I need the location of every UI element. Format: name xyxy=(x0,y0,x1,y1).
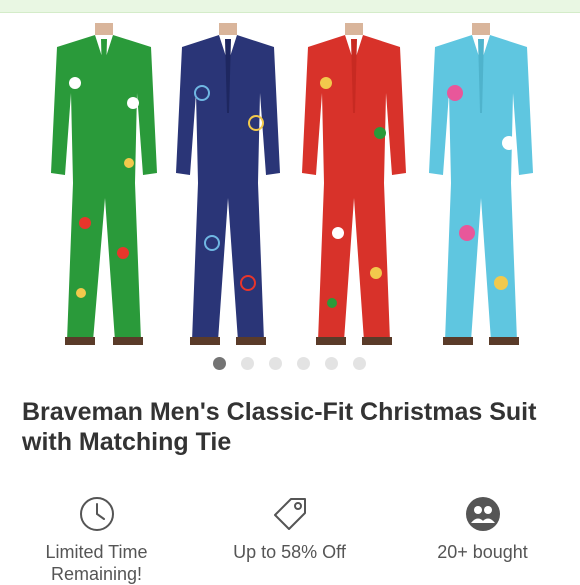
tag-icon xyxy=(273,498,306,530)
carousel-dot[interactable] xyxy=(297,357,310,370)
suit-figure xyxy=(176,23,280,345)
red-christmas-suit-image xyxy=(302,23,406,345)
light-blue-flamingo-suit-image xyxy=(429,23,533,345)
feature-label: Up to 58% Off xyxy=(233,542,346,562)
carousel-dot[interactable] xyxy=(213,357,226,370)
top-banner-strip xyxy=(0,0,580,13)
carousel-dot[interactable] xyxy=(269,357,282,370)
green-christmas-suit-image xyxy=(51,23,157,345)
group-icon xyxy=(465,497,500,531)
clock-icon xyxy=(79,497,114,531)
feature-bought-count: 20+ bought xyxy=(386,493,579,563)
carousel-dot[interactable] xyxy=(353,357,366,370)
navy-christmas-suit-image xyxy=(176,23,280,345)
suit-figure xyxy=(302,23,406,345)
carousel-dot[interactable] xyxy=(325,357,338,370)
feature-discount: Up to 58% Off xyxy=(193,493,386,563)
feature-limited-time: Limited Time Remaining! xyxy=(0,493,193,585)
product-image-carousel[interactable] xyxy=(0,13,580,346)
feature-label: Limited Time Remaining! xyxy=(45,542,148,584)
carousel-pagination xyxy=(0,357,580,371)
suit-figure xyxy=(429,23,533,345)
carousel-dot[interactable] xyxy=(241,357,254,370)
product-title: Braveman Men's Classic-Fit Christmas Sui… xyxy=(22,398,537,456)
suit-figure xyxy=(51,23,157,345)
feature-label: 20+ bought xyxy=(437,542,528,562)
